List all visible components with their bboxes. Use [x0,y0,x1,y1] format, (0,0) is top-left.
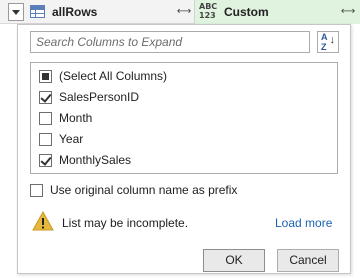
list-item-salespersonid[interactable]: SalesPersonID [39,88,139,106]
load-more-link[interactable]: Load more [275,216,332,230]
expand-column-icon[interactable]: ⟷ [340,4,356,20]
monthlysales-checkbox[interactable] [39,153,52,167]
list-item-year[interactable]: Year [39,130,83,148]
year-checkbox[interactable] [39,132,52,146]
ok-button[interactable]: OK [203,249,265,272]
column-title: allRows [52,5,98,19]
list-item-label: Month [59,111,93,125]
prefix-checkbox[interactable] [30,183,43,197]
warning-text: List may be incomplete. [62,216,189,230]
list-item-month[interactable]: Month [39,109,92,127]
list-item-label: Year [59,132,84,146]
abc-123-type-icon[interactable]: ABC 123 [199,2,219,22]
list-item-select-all[interactable]: (Select All Columns) [39,67,167,85]
search-columns-input[interactable] [30,31,310,53]
warning-icon [32,211,54,231]
custom-column-header[interactable]: ABC 123 Custom ⟷ [194,0,360,24]
salespersonid-checkbox[interactable] [39,90,52,104]
expand-column-icon[interactable]: ⟷ [176,4,192,20]
sort-arrow-icon: ↓ [329,34,336,46]
prefix-label: Use original column name as prefix [50,183,238,197]
sort-az-button[interactable]: A Z ↓ [317,31,339,53]
cancel-button[interactable]: Cancel [277,249,339,272]
list-item-monthlysales[interactable]: MonthlySales [39,151,131,169]
column-dropdown-button[interactable] [8,3,24,21]
expand-columns-popup: AZ↓ (Select All Columns) SalesPersonID M… [17,24,351,274]
custom-column-title: Custom [224,5,269,19]
list-item-label: MonthlySales [59,153,132,167]
table-icon [30,5,45,18]
prefix-option[interactable]: Use original column name as prefix [30,181,237,199]
columns-list: (Select All Columns) SalesPersonID Month… [30,62,338,174]
chevron-down-icon [12,9,20,15]
month-checkbox[interactable] [39,111,52,125]
list-item-label: SalesPersonID [59,90,140,104]
list-item-label: (Select All Columns) [59,69,168,83]
column-header-strip: allRows ⟷ ABC 123 Custom ⟷ [0,0,360,24]
select-all-checkbox[interactable] [39,69,52,83]
